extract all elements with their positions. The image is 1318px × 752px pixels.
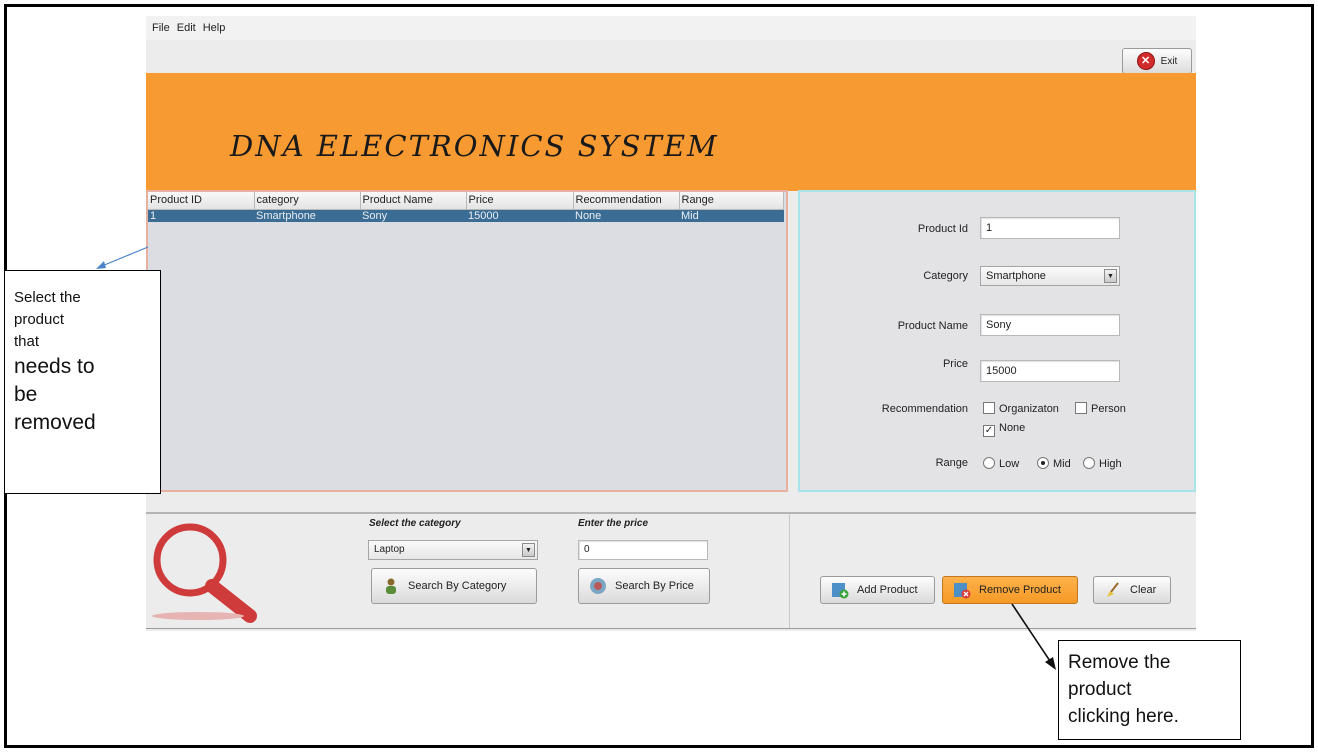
callout-line: be	[14, 383, 38, 406]
callout-line: removed	[14, 411, 96, 434]
callout-line: clicking here.	[1068, 706, 1179, 727]
remove-product-callout: Remove the product clicking here.	[1058, 640, 1241, 740]
remove-arrow	[1011, 603, 1053, 665]
remove-arrowhead	[1045, 657, 1056, 670]
select-arrowhead	[96, 261, 106, 269]
select-arrow	[101, 246, 149, 267]
callout-line: that	[14, 333, 40, 350]
callout-line: Remove the	[1068, 652, 1171, 673]
callout-line: Select the	[14, 289, 81, 306]
select-product-callout: Select the product that needs to be remo…	[4, 270, 161, 494]
callout-line: product	[14, 311, 65, 328]
callout-line: needs to	[14, 355, 95, 378]
callout-line: product	[1068, 679, 1132, 700]
